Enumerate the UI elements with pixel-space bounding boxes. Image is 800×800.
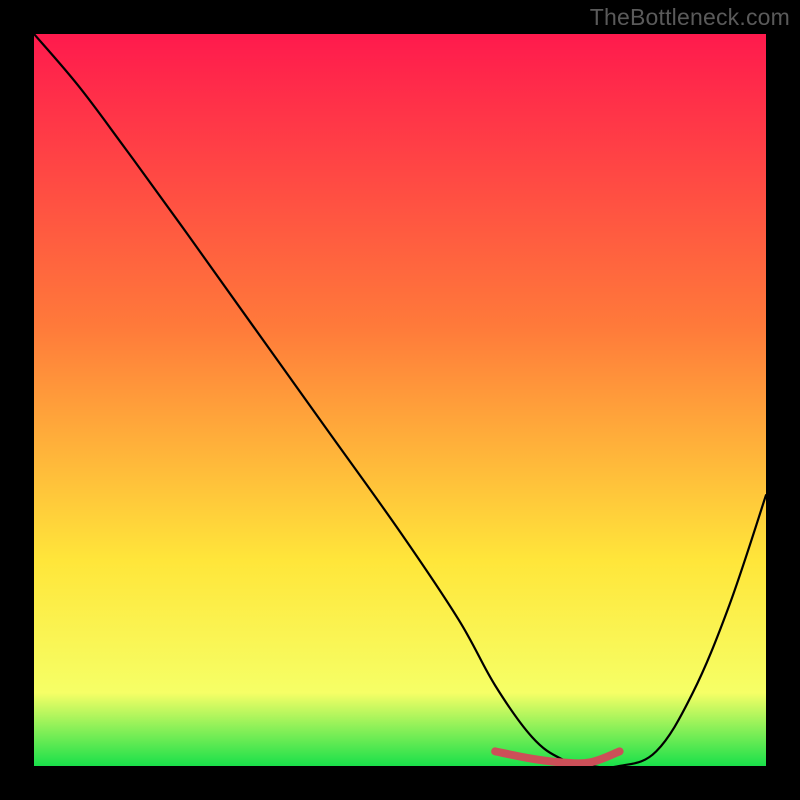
chart-stage: TheBottleneck.com — [0, 0, 800, 800]
plot-svg — [34, 34, 766, 766]
plot-area — [34, 34, 766, 766]
watermark-text: TheBottleneck.com — [590, 4, 790, 31]
gradient-background — [34, 34, 766, 766]
